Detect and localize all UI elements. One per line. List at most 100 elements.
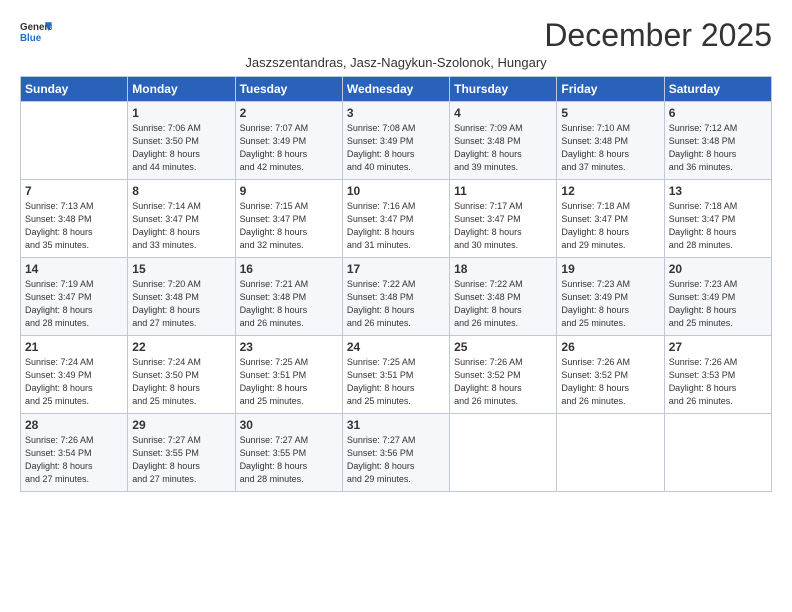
- subtitle: Jaszszentandras, Jasz-Nagykun-Szolonok, …: [20, 55, 772, 70]
- calendar-week: 21 Sunrise: 7:24 AM Sunset: 3:49 PM Dayli…: [21, 336, 772, 414]
- day-info: Sunrise: 7:26 AM Sunset: 3:52 PM Dayligh…: [561, 356, 659, 408]
- header-day: Tuesday: [235, 77, 342, 102]
- calendar-cell: 27 Sunrise: 7:26 AM Sunset: 3:53 PM Dayli…: [664, 336, 771, 414]
- day-number: 9: [240, 184, 338, 198]
- calendar-page: General Blue December 2025 Jaszszentandr…: [0, 0, 792, 502]
- calendar-week: 7Sunrise: 7:13 AM Sunset: 3:48 PM Daylig…: [21, 180, 772, 258]
- day-number: 4: [454, 106, 552, 120]
- title-block: December 2025: [544, 18, 772, 53]
- day-number: 14: [25, 262, 123, 276]
- day-info: Sunrise: 7:06 AM Sunset: 3:50 PM Dayligh…: [132, 122, 230, 174]
- day-number: 21: [25, 340, 123, 354]
- day-number: 31: [347, 418, 445, 432]
- calendar-cell: 3 Sunrise: 7:08 AM Sunset: 3:49 PM Daylig…: [342, 102, 449, 180]
- calendar-cell: 6 Sunrise: 7:12 AM Sunset: 3:48 PM Daylig…: [664, 102, 771, 180]
- calendar-cell: 8Sunrise: 7:14 AM Sunset: 3:47 PM Daylig…: [128, 180, 235, 258]
- logo-icon: General Blue: [20, 18, 52, 46]
- day-number: 11: [454, 184, 552, 198]
- calendar-cell: 25 Sunrise: 7:26 AM Sunset: 3:52 PM Dayli…: [450, 336, 557, 414]
- calendar-cell: [21, 102, 128, 180]
- day-info: Sunrise: 7:16 AM Sunset: 3:47 PM Dayligh…: [347, 200, 445, 252]
- day-number: 25: [454, 340, 552, 354]
- calendar-cell: 10 Sunrise: 7:16 AM Sunset: 3:47 PM Dayli…: [342, 180, 449, 258]
- day-number: 7: [25, 184, 123, 198]
- day-number: 5: [561, 106, 659, 120]
- day-info: Sunrise: 7:22 AM Sunset: 3:48 PM Dayligh…: [454, 278, 552, 330]
- day-info: Sunrise: 7:26 AM Sunset: 3:54 PM Dayligh…: [25, 434, 123, 486]
- header: General Blue December 2025: [20, 18, 772, 53]
- day-info: Sunrise: 7:25 AM Sunset: 3:51 PM Dayligh…: [240, 356, 338, 408]
- day-number: 27: [669, 340, 767, 354]
- day-info: Sunrise: 7:12 AM Sunset: 3:48 PM Dayligh…: [669, 122, 767, 174]
- day-info: Sunrise: 7:24 AM Sunset: 3:50 PM Dayligh…: [132, 356, 230, 408]
- calendar-cell: 16Sunrise: 7:21 AM Sunset: 3:48 PM Dayli…: [235, 258, 342, 336]
- day-info: Sunrise: 7:27 AM Sunset: 3:55 PM Dayligh…: [240, 434, 338, 486]
- calendar-cell: [557, 414, 664, 492]
- header-day: Wednesday: [342, 77, 449, 102]
- calendar-table: SundayMondayTuesdayWednesdayThursdayFrid…: [20, 76, 772, 492]
- day-number: 26: [561, 340, 659, 354]
- calendar-cell: 19 Sunrise: 7:23 AM Sunset: 3:49 PM Dayli…: [557, 258, 664, 336]
- calendar-cell: 20 Sunrise: 7:23 AM Sunset: 3:49 PM Dayli…: [664, 258, 771, 336]
- calendar-cell: 2 Sunrise: 7:07 AM Sunset: 3:49 PM Daylig…: [235, 102, 342, 180]
- calendar-cell: 22 Sunrise: 7:24 AM Sunset: 3:50 PM Dayli…: [128, 336, 235, 414]
- header-day: Saturday: [664, 77, 771, 102]
- calendar-cell: 28Sunrise: 7:26 AM Sunset: 3:54 PM Dayli…: [21, 414, 128, 492]
- day-info: Sunrise: 7:07 AM Sunset: 3:49 PM Dayligh…: [240, 122, 338, 174]
- calendar-cell: 17 Sunrise: 7:22 AM Sunset: 3:48 PM Dayli…: [342, 258, 449, 336]
- day-info: Sunrise: 7:08 AM Sunset: 3:49 PM Dayligh…: [347, 122, 445, 174]
- calendar-cell: 12Sunrise: 7:18 AM Sunset: 3:47 PM Dayli…: [557, 180, 664, 258]
- day-number: 10: [347, 184, 445, 198]
- calendar-cell: [664, 414, 771, 492]
- day-info: Sunrise: 7:26 AM Sunset: 3:53 PM Dayligh…: [669, 356, 767, 408]
- day-number: 13: [669, 184, 767, 198]
- day-info: Sunrise: 7:15 AM Sunset: 3:47 PM Dayligh…: [240, 200, 338, 252]
- day-info: Sunrise: 7:18 AM Sunset: 3:47 PM Dayligh…: [561, 200, 659, 252]
- day-number: 18: [454, 262, 552, 276]
- day-number: 17: [347, 262, 445, 276]
- day-info: Sunrise: 7:23 AM Sunset: 3:49 PM Dayligh…: [561, 278, 659, 330]
- day-number: 3: [347, 106, 445, 120]
- day-number: 24: [347, 340, 445, 354]
- month-title: December 2025: [544, 18, 772, 53]
- day-info: Sunrise: 7:23 AM Sunset: 3:49 PM Dayligh…: [669, 278, 767, 330]
- calendar-cell: 18 Sunrise: 7:22 AM Sunset: 3:48 PM Dayli…: [450, 258, 557, 336]
- day-info: Sunrise: 7:20 AM Sunset: 3:48 PM Dayligh…: [132, 278, 230, 330]
- calendar-cell: 21 Sunrise: 7:24 AM Sunset: 3:49 PM Dayli…: [21, 336, 128, 414]
- calendar-cell: 1 Sunrise: 7:06 AM Sunset: 3:50 PM Daylig…: [128, 102, 235, 180]
- calendar-cell: 14 Sunrise: 7:19 AM Sunset: 3:47 PM Dayli…: [21, 258, 128, 336]
- calendar-cell: 5 Sunrise: 7:10 AM Sunset: 3:48 PM Daylig…: [557, 102, 664, 180]
- calendar-cell: 11Sunrise: 7:17 AM Sunset: 3:47 PM Dayli…: [450, 180, 557, 258]
- day-info: Sunrise: 7:24 AM Sunset: 3:49 PM Dayligh…: [25, 356, 123, 408]
- day-info: Sunrise: 7:18 AM Sunset: 3:47 PM Dayligh…: [669, 200, 767, 252]
- svg-text:Blue: Blue: [20, 33, 42, 44]
- day-info: Sunrise: 7:27 AM Sunset: 3:56 PM Dayligh…: [347, 434, 445, 486]
- day-number: 22: [132, 340, 230, 354]
- calendar-cell: 29Sunrise: 7:27 AM Sunset: 3:55 PM Dayli…: [128, 414, 235, 492]
- calendar-cell: 15 Sunrise: 7:20 AM Sunset: 3:48 PM Dayli…: [128, 258, 235, 336]
- day-info: Sunrise: 7:25 AM Sunset: 3:51 PM Dayligh…: [347, 356, 445, 408]
- day-number: 30: [240, 418, 338, 432]
- calendar-cell: 13 Sunrise: 7:18 AM Sunset: 3:47 PM Dayli…: [664, 180, 771, 258]
- day-number: 16: [240, 262, 338, 276]
- day-info: Sunrise: 7:22 AM Sunset: 3:48 PM Dayligh…: [347, 278, 445, 330]
- header-day: Thursday: [450, 77, 557, 102]
- day-info: Sunrise: 7:26 AM Sunset: 3:52 PM Dayligh…: [454, 356, 552, 408]
- calendar-cell: 4Sunrise: 7:09 AM Sunset: 3:48 PM Daylig…: [450, 102, 557, 180]
- header-row: SundayMondayTuesdayWednesdayThursdayFrid…: [21, 77, 772, 102]
- day-number: 2: [240, 106, 338, 120]
- day-number: 20: [669, 262, 767, 276]
- day-info: Sunrise: 7:19 AM Sunset: 3:47 PM Dayligh…: [25, 278, 123, 330]
- header-day: Sunday: [21, 77, 128, 102]
- day-number: 23: [240, 340, 338, 354]
- day-number: 1: [132, 106, 230, 120]
- calendar-cell: 24 Sunrise: 7:25 AM Sunset: 3:51 PM Dayli…: [342, 336, 449, 414]
- calendar-cell: 30 Sunrise: 7:27 AM Sunset: 3:55 PM Dayli…: [235, 414, 342, 492]
- day-number: 19: [561, 262, 659, 276]
- calendar-cell: 23 Sunrise: 7:25 AM Sunset: 3:51 PM Dayli…: [235, 336, 342, 414]
- day-info: Sunrise: 7:10 AM Sunset: 3:48 PM Dayligh…: [561, 122, 659, 174]
- day-number: 15: [132, 262, 230, 276]
- day-info: Sunrise: 7:14 AM Sunset: 3:47 PM Dayligh…: [132, 200, 230, 252]
- calendar-cell: 26 Sunrise: 7:26 AM Sunset: 3:52 PM Dayli…: [557, 336, 664, 414]
- day-number: 6: [669, 106, 767, 120]
